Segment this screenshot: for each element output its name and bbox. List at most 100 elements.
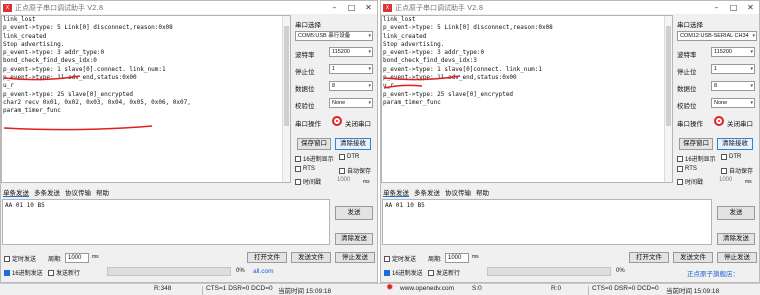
receive-scrollbar[interactable] — [282, 16, 290, 182]
tab-protocol[interactable]: 协议传输 — [65, 187, 91, 197]
stop-send-button[interactable]: 停止发送 — [717, 252, 757, 263]
stop-bits-select[interactable]: 1 ▾ — [711, 64, 755, 74]
receive-line: Stop advertising. — [383, 40, 445, 48]
record-led-icon[interactable] — [714, 116, 724, 126]
receive-line: link_created — [3, 32, 47, 40]
hex-display-checkbox[interactable]: 16进制显示 — [295, 154, 334, 163]
send-newline-checkbox[interactable]: 发送新行 — [48, 268, 80, 277]
send-button[interactable]: 发送 — [717, 206, 755, 220]
status-sent-count: S:0 — [472, 285, 482, 292]
close-port-button[interactable]: 关闭串口 — [727, 118, 753, 128]
app-icon: X — [3, 3, 12, 12]
receive-area[interactable]: link_lost p_event->type: 5 Link[0] disco… — [1, 15, 291, 183]
ms-unit: ms — [363, 179, 370, 185]
clear-send-button[interactable]: 清除发送 — [717, 233, 755, 245]
receive-line: p_event->type: 3 addr_type:0 — [383, 49, 485, 57]
close-icon[interactable]: ✕ — [360, 1, 377, 14]
tab-protocol[interactable]: 协议传输 — [445, 187, 471, 197]
maximize-icon[interactable]: □ — [725, 1, 742, 14]
dtr-checkbox[interactable]: DTR — [339, 154, 359, 160]
timed-send-checkbox[interactable]: 定时发送 — [384, 254, 416, 263]
timestamp-interval[interactable]: 1000 — [337, 177, 350, 183]
dtr-checkbox[interactable]: DTR — [721, 154, 741, 160]
hex-display-checkbox[interactable]: 16进制显示 — [677, 154, 716, 163]
rts-checkbox[interactable]: RTS — [295, 166, 315, 172]
receive-line: char2 recv 0x01, 0x02, 0x03, 0x04, 0x05,… — [3, 98, 191, 106]
stop-bits-label: 停止位 — [677, 69, 697, 76]
record-led-icon[interactable] — [332, 116, 342, 126]
close-port-button[interactable]: 关闭串口 — [345, 118, 371, 128]
receive-line: bond_check_find_devs_idx:0 — [3, 57, 97, 65]
clear-receive-button[interactable]: 清除接收 — [335, 138, 371, 150]
port-op-label: 串口操作 — [295, 121, 321, 128]
stop-bits-label: 停止位 — [295, 69, 315, 76]
port-select[interactable]: COM12:USB-SERIAL CH34 ▾ — [677, 31, 757, 41]
baud-select[interactable]: 115200 ▾ — [329, 47, 373, 57]
stop-send-button[interactable]: 停止发送 — [335, 252, 375, 263]
maximize-icon[interactable]: □ — [343, 1, 360, 14]
period-label: 周期: — [428, 257, 442, 263]
send-file-button[interactable]: 发送文件 — [291, 252, 331, 263]
auto-save-checkbox[interactable]: 自动保存 — [721, 166, 753, 175]
status-modem-lines: CTS=1 DSR=0 DCD=0 — [206, 285, 273, 292]
receive-area[interactable]: link_lost p_event->type: 5 Link[0] disco… — [381, 15, 673, 183]
period-input[interactable]: 1000 — [445, 253, 469, 263]
save-window-button[interactable]: 保存窗口 — [297, 138, 331, 150]
send-newline-checkbox[interactable]: 发送新行 — [428, 268, 460, 277]
send-input[interactable]: AA 01 10 B5 — [2, 199, 330, 245]
clear-receive-button[interactable]: 清除接收 — [717, 138, 753, 150]
auto-save-checkbox[interactable]: 自动保存 — [339, 166, 371, 175]
tab-help[interactable]: 帮助 — [476, 187, 489, 197]
timestamp-checkbox[interactable]: 时间戳 — [295, 177, 321, 186]
status-received-count: R:348 — [154, 285, 172, 292]
ms-unit: ms — [745, 179, 752, 185]
baud-select[interactable]: 115200 ▾ — [711, 47, 755, 57]
open-file-button[interactable]: 打开文件 — [629, 252, 669, 263]
window-title: 正点原子串口调试助手 V2.8 — [15, 3, 104, 12]
serial-assistant-window-1: X 正点原子串口调试助手 V2.8 – □ ✕ link_lost p_even… — [0, 0, 378, 283]
clear-send-button[interactable]: 清除发送 — [335, 233, 373, 245]
close-icon[interactable]: ✕ — [742, 1, 759, 14]
send-tabs: 单条发送 多条发送 协议传输 帮助 — [1, 187, 109, 197]
parity-select[interactable]: None ▾ — [329, 98, 373, 108]
ms-unit: ms — [92, 254, 99, 260]
timestamp-interval[interactable]: 1000 — [719, 177, 732, 183]
send-file-button[interactable]: 发送文件 — [673, 252, 713, 263]
status-website[interactable]: www.openedv.com — [400, 285, 454, 292]
stop-bits-select[interactable]: 1 ▾ — [329, 64, 373, 74]
tab-help[interactable]: 帮助 — [96, 187, 109, 197]
period-input[interactable]: 1000 — [65, 253, 89, 263]
gear-icon[interactable]: ✹ — [386, 283, 394, 293]
send-progress-bar — [487, 267, 611, 276]
receive-line: u_r — [3, 82, 14, 90]
tab-multi-send[interactable]: 多条发送 — [34, 187, 60, 197]
tab-single-send[interactable]: 单条发送 — [383, 187, 409, 197]
timed-send-checkbox[interactable]: 定时发送 — [4, 254, 36, 263]
rts-checkbox[interactable]: RTS — [677, 166, 697, 172]
minimize-icon[interactable]: – — [708, 1, 725, 14]
send-input[interactable]: AA 01 10 B5 — [382, 199, 712, 245]
hex-send-checkbox[interactable]: 16进制发送 — [4, 268, 43, 277]
receive-line: link_created — [383, 32, 427, 40]
progress-percent: 0% — [236, 268, 245, 274]
tab-single-send[interactable]: 单条发送 — [3, 187, 29, 197]
send-button[interactable]: 发送 — [335, 206, 373, 220]
save-window-button[interactable]: 保存窗口 — [679, 138, 713, 150]
data-bits-select[interactable]: 8 ▾ — [329, 81, 373, 91]
status-modem-lines: CTS=0 DSR=0 DCD=0 — [592, 285, 659, 292]
receive-scrollbar[interactable] — [664, 16, 672, 182]
tab-multi-send[interactable]: 多条发送 — [414, 187, 440, 197]
hex-send-checkbox[interactable]: 16进制发送 — [384, 268, 423, 277]
parity-select[interactable]: None ▾ — [711, 98, 755, 108]
open-file-button[interactable]: 打开文件 — [247, 252, 287, 263]
receive-line: link_lost — [3, 16, 36, 23]
minimize-icon[interactable]: – — [326, 1, 343, 14]
timestamp-checkbox[interactable]: 时间戳 — [677, 177, 703, 186]
store-link[interactable]: 正点原子旗舰店： — [687, 268, 739, 278]
website-link[interactable]: all.com — [253, 268, 274, 275]
app-icon: X — [383, 3, 392, 12]
data-bits-select[interactable]: 8 ▾ — [711, 81, 755, 91]
port-select[interactable]: COM5:USB 串行设备 ▾ — [295, 31, 373, 41]
receive-line: p_event->type: 25 slave[0]_encrypted — [3, 90, 134, 98]
title-bar: X 正点原子串口调试助手 V2.8 – □ ✕ — [381, 1, 759, 14]
